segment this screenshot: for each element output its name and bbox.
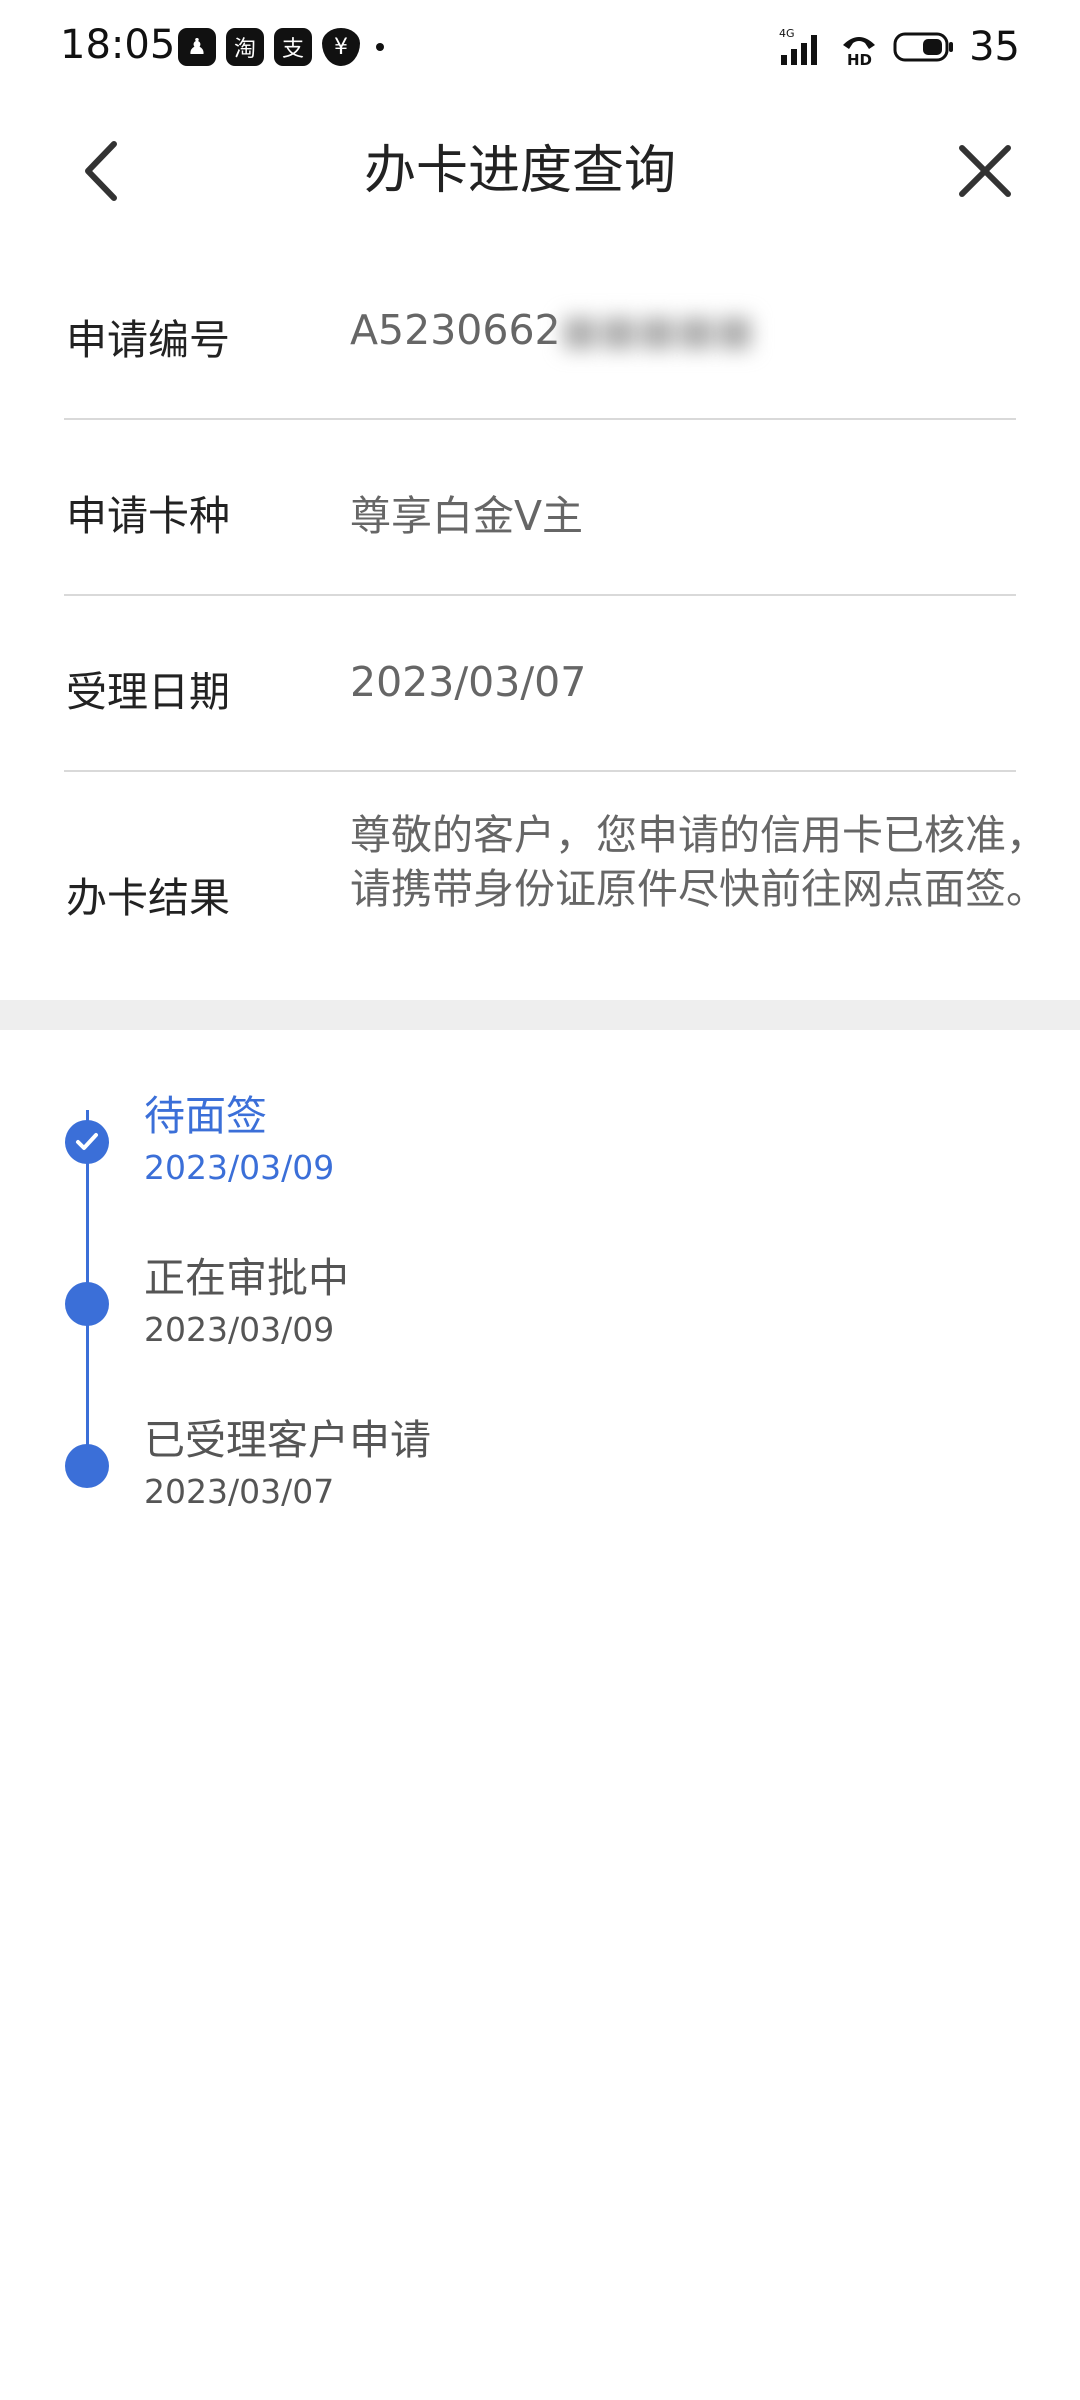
battery-icon [893, 32, 954, 62]
status-right: 4G HD 35 [777, 24, 1020, 70]
application-number-text: A5230662 [350, 306, 561, 354]
redacted-blur: ■■■■■ [560, 306, 755, 354]
application-number-row: 申请编号 A5230662■■■■■ [64, 240, 1016, 420]
battery-level: 35 [969, 24, 1020, 70]
timeline-item: 已受理客户申请 2023/03/07 [0, 1384, 1080, 1544]
close-button[interactable] [950, 136, 1020, 206]
timeline-date: 2023/03/09 [144, 1310, 335, 1349]
signal-icon: 4G [779, 27, 818, 65]
application-number-value: A5230662■■■■■ [350, 306, 754, 354]
alipay-icon: 支 [274, 28, 312, 66]
result-value: 尊敬的客户，您申请的信用卡已核准，请携带身份证原件尽快前往网点面签。 [350, 811, 1047, 913]
result-label: 办卡结果 [66, 874, 230, 922]
accept-date-value: 2023/03/07 [350, 658, 587, 706]
check-circle-icon [65, 1120, 109, 1164]
accept-date-row: 受理日期 2023/03/07 [64, 596, 1016, 772]
nav-bar: 办卡进度查询 [0, 100, 1080, 240]
hd-call-icon: HD [843, 37, 876, 67]
qq-icon: ♟ [178, 28, 216, 66]
application-info: 申请编号 A5230662■■■■■ 申请卡种 尊享白金V主 受理日期 2023… [0, 240, 1080, 1002]
timeline-title: 待面签 [144, 1092, 267, 1140]
result-row: 办卡结果 尊敬的客户，您申请的信用卡已核准，请携带身份证原件尽快前往网点面签。 [64, 772, 1047, 1002]
status-bar: 18:05 ♟ 淘 支 ¥ 4G HD 35 [0, 0, 1080, 96]
timeline-dot-icon [65, 1444, 109, 1488]
status-time: 18:05 [60, 22, 176, 68]
timeline-item: 正在审批中 2023/03/09 [0, 1222, 1080, 1382]
more-notifications-dot [376, 43, 384, 51]
timeline-item: 待面签 2023/03/09 [0, 1060, 1080, 1220]
yen-shield-icon: ¥ [322, 28, 360, 66]
timeline-date: 2023/03/07 [144, 1472, 335, 1511]
card-type-row: 申请卡种 尊享白金V主 [64, 420, 1016, 596]
timeline-date: 2023/03/09 [144, 1148, 335, 1187]
close-icon [959, 145, 1011, 197]
taobao-icon: 淘 [226, 28, 264, 66]
svg-text:HD: HD [847, 51, 872, 67]
card-type-value: 尊享白金V主 [350, 492, 584, 540]
section-divider [0, 1000, 1080, 1030]
application-number-label: 申请编号 [66, 316, 230, 364]
page-title: 办卡进度查询 [363, 141, 676, 201]
card-type-label: 申请卡种 [66, 492, 230, 540]
network-type-label: 4G [779, 27, 795, 40]
timeline-title: 正在审批中 [144, 1254, 349, 1302]
status-app-icons: ♟ 淘 支 ¥ [178, 28, 384, 66]
timeline-dot-icon [65, 1282, 109, 1326]
timeline-title: 已受理客户申请 [144, 1416, 431, 1464]
accept-date-label: 受理日期 [66, 668, 230, 716]
